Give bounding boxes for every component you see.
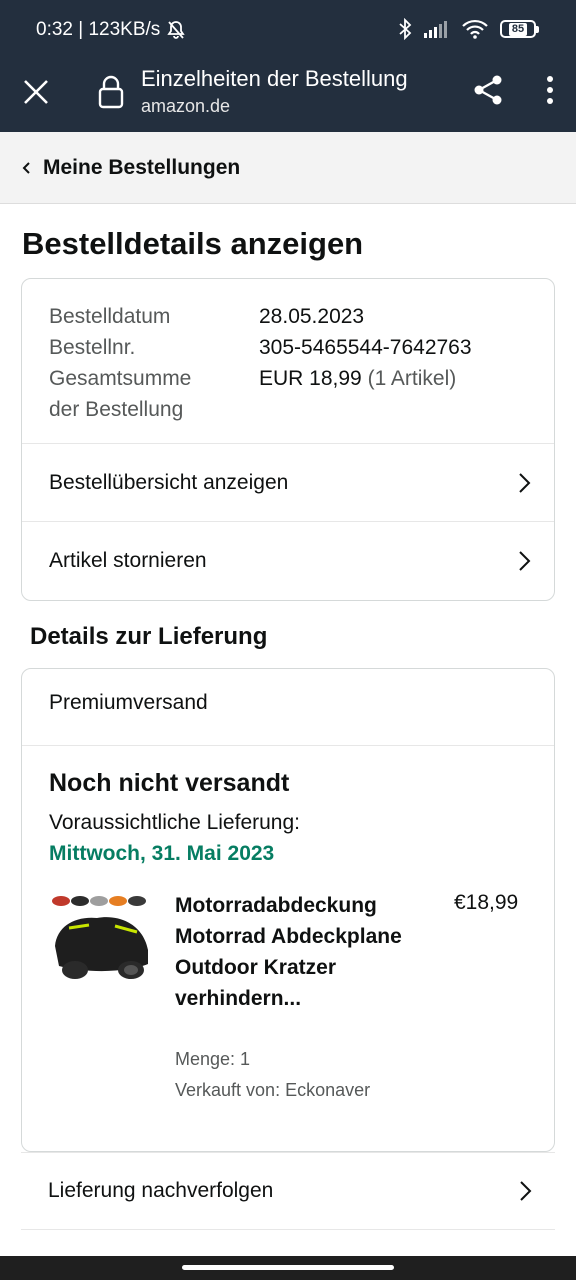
battery-icon: 85 [500, 20, 539, 38]
order-total-row: Gesamtsumme EUR 18,99 (1 Artikel) [49, 363, 472, 394]
delivery-card: Premiumversand Noch nicht versandt Vorau… [21, 668, 555, 1152]
color-swatches [52, 896, 146, 906]
app-bar: Einzelheiten der Bestellung amazon.de [0, 62, 576, 132]
order-number-value: 305-5465544-7642763 [259, 336, 472, 359]
system-nav-bar [0, 1256, 576, 1280]
wifi-icon [462, 19, 488, 39]
order-info: Bestelldatum 28.05.2023 Bestellnr. 305-5… [49, 301, 472, 425]
order-date-label: Bestelldatum [49, 305, 171, 328]
product-image[interactable] [49, 892, 151, 984]
order-summary-link[interactable]: Bestellübersicht anzeigen [22, 443, 554, 521]
shipping-type: Premiumversand [49, 691, 208, 714]
app-url: amazon.de [141, 96, 231, 116]
order-number-label: Bestellnr. [49, 336, 136, 359]
breadcrumb-label: Meine Bestellungen [43, 155, 241, 179]
lock-icon[interactable] [96, 74, 126, 110]
page-title: Bestelldetails anzeigen [22, 226, 364, 261]
chevron-left-icon [22, 161, 30, 174]
divider [22, 745, 554, 746]
eta-date: Mittwoch, 31. Mai 2023 [49, 842, 275, 865]
signal-icon [424, 21, 447, 38]
order-total-label-1: Gesamtsumme [49, 367, 192, 390]
shipping-status: Noch nicht versandt [49, 769, 290, 797]
order-total-value-wrap: EUR 18,99 (1 Artikel) [259, 363, 456, 394]
bell-muted-icon [167, 21, 185, 39]
home-gesture-handle[interactable] [182, 1265, 394, 1270]
chevron-right-icon [519, 550, 531, 571]
status-bar: 0:32 | 123KB/s 85 [0, 0, 576, 62]
product-price: €18,99 [454, 891, 519, 914]
status-right: 85 [398, 18, 539, 40]
breadcrumb[interactable]: Meine Bestellungen [0, 132, 576, 204]
track-package-label: Lieferung nachverfolgen [48, 1179, 274, 1202]
cancel-items-link-label: Artikel stornieren [49, 548, 207, 572]
order-date-value: 28.05.2023 [259, 305, 365, 328]
share-icon[interactable] [470, 72, 506, 108]
order-summary-card: Bestelldatum 28.05.2023 Bestellnr. 305-5… [21, 278, 555, 601]
order-date-row: Bestelldatum 28.05.2023 [49, 301, 472, 332]
order-number-row: Bestellnr. 305-5465544-7642763 [49, 332, 472, 363]
battery-level: 85 [508, 22, 528, 36]
chevron-right-icon [520, 1181, 532, 1201]
order-total-items: (1 Artikel) [367, 367, 457, 390]
close-icon[interactable] [18, 74, 54, 110]
order-summary-link-label: Bestellübersicht anzeigen [49, 470, 289, 494]
delivery-section-title: Details zur Lieferung [30, 623, 268, 650]
cancel-items-link[interactable]: Artikel stornieren [22, 521, 554, 599]
eta-label: Voraussichtliche Lieferung: [49, 811, 300, 834]
bluetooth-icon [399, 18, 412, 40]
order-total-label-2: der Bestellung [49, 398, 184, 421]
status-time-speed: 0:32 | 123KB/s [36, 19, 161, 40]
app-title: Einzelheiten der Bestellung [141, 66, 408, 91]
order-total-row-2: der Bestellung [49, 394, 472, 425]
product-quantity: Menge: 1 [175, 1049, 251, 1069]
more-options-icon[interactable] [536, 72, 564, 108]
track-package-link[interactable]: Lieferung nachverfolgen [21, 1152, 555, 1230]
status-left: 0:32 | 123KB/s [36, 19, 186, 41]
product-title-link[interactable]: Motorradabdeckung Motorrad Abdeckplane O… [175, 890, 415, 1014]
chevron-right-icon [519, 472, 531, 493]
order-total-value: EUR 18,99 [259, 367, 362, 390]
product-seller: Verkauft von: Eckonaver [175, 1080, 371, 1100]
